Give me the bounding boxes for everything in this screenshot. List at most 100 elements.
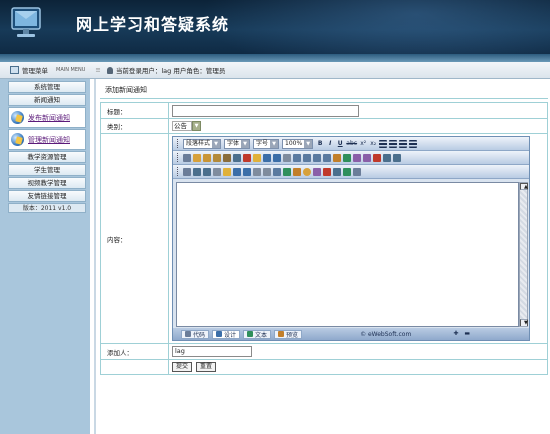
sidebar-item-news[interactable]: 新闻通知 <box>8 94 86 106</box>
scroll-down-icon[interactable]: ▼ <box>520 319 528 326</box>
table-icon[interactable] <box>373 153 381 162</box>
editor-content-area[interactable] <box>176 182 519 327</box>
editor-toolbar-2 <box>173 151 529 165</box>
date-icon[interactable] <box>323 167 331 176</box>
strikethrough-button[interactable]: abc <box>346 140 357 148</box>
adder-input[interactable]: lag <box>172 346 252 357</box>
font-size-label: 字号 <box>256 139 269 147</box>
outdent-icon[interactable] <box>323 153 331 162</box>
mode-tab-design[interactable]: 设计 <box>212 329 241 339</box>
special-char-icon[interactable] <box>293 167 301 176</box>
mode-tab-text[interactable]: 文本 <box>243 329 272 339</box>
align-justify-icon[interactable] <box>409 139 418 148</box>
ordered-list-icon[interactable] <box>293 153 301 162</box>
link-icon[interactable] <box>193 167 201 176</box>
user-icon <box>106 66 113 74</box>
editor-scrollbar[interactable]: ▲ ▼ <box>519 182 528 327</box>
mode-tab-code[interactable]: 代码 <box>181 329 210 339</box>
design-icon <box>216 331 223 337</box>
header-glow <box>200 0 550 54</box>
cut-icon[interactable] <box>183 153 191 162</box>
collapse-icon[interactable]: ▬ <box>464 331 471 337</box>
align-right-icon[interactable] <box>399 139 408 148</box>
big-font-icon[interactable] <box>353 153 361 162</box>
undo-icon[interactable] <box>263 153 271 162</box>
copy-icon[interactable] <box>193 153 201 162</box>
adder-label: 添加人： <box>100 343 169 360</box>
editor-toolbar-1: 段落样式 ▼ 字体 ▼ 字号 ▼ 100% ▼ B I U abc x² x₂ <box>173 137 529 151</box>
sidebar-item-system[interactable]: 系统管理 <box>8 81 86 93</box>
sidebar-link-publish-news[interactable]: 发布新闻通知 <box>8 107 86 128</box>
row-icon[interactable] <box>393 153 401 162</box>
remove-format-icon[interactable] <box>283 153 291 162</box>
content-cell: 段落样式 ▼ 字体 ▼ 字号 ▼ 100% ▼ B I U abc x² x₂ … <box>168 133 548 344</box>
subscript-button[interactable]: x₂ <box>369 140 377 148</box>
font-size-dropdown[interactable]: 字号 ▼ <box>253 138 280 149</box>
align-center-icon[interactable] <box>389 139 398 148</box>
paragraph-style-label: 段落样式 <box>186 139 211 147</box>
header-strip <box>0 54 550 62</box>
manage-news-label: 管理新闻通知 <box>28 135 70 144</box>
title-label: 标题： <box>100 102 169 119</box>
time-icon[interactable] <box>333 167 341 176</box>
font-dropdown[interactable]: 字体 ▼ <box>224 138 251 149</box>
spellcheck-icon[interactable] <box>283 167 291 176</box>
bold-button[interactable]: B <box>316 140 324 148</box>
marquee-icon[interactable] <box>263 167 271 176</box>
title-input[interactable] <box>172 104 359 117</box>
font-color-icon[interactable] <box>333 153 341 162</box>
align-left-icon[interactable] <box>379 139 388 148</box>
scroll-up-icon[interactable]: ▲ <box>520 183 528 190</box>
reset-button[interactable]: 重置 <box>196 362 217 372</box>
underline-button[interactable]: U <box>336 140 344 148</box>
redo-icon[interactable] <box>273 153 281 162</box>
category-select[interactable]: 公告 ▼ <box>172 121 201 132</box>
expand-icon[interactable]: ✚ <box>453 331 460 337</box>
highlight-icon[interactable] <box>343 153 351 162</box>
paragraph-style-dropdown[interactable]: 段落样式 ▼ <box>183 138 222 149</box>
media-icon[interactable] <box>243 167 251 176</box>
mode-code-label: 代码 <box>193 331 206 339</box>
flash-icon[interactable] <box>233 167 241 176</box>
form-row-content: 内容： 段落样式 ▼ 字体 ▼ 字号 ▼ 100% ▼ B I U abc x²… <box>100 133 548 344</box>
sidebar-item-videos[interactable]: 视频教学管理 <box>8 177 86 189</box>
paste-word-icon[interactable] <box>223 153 231 162</box>
editor-copyright: © eWebSoft.com <box>360 330 412 338</box>
select-all-icon[interactable] <box>253 153 261 162</box>
sidebar-item-students[interactable]: 学生管理 <box>8 164 86 176</box>
italic-button[interactable]: I <box>326 140 334 148</box>
fullscreen-icon[interactable] <box>343 167 351 176</box>
cell-icon[interactable] <box>383 153 391 162</box>
editor-size-controls: ✚ ▬ <box>453 331 475 337</box>
paste-text-icon[interactable] <box>213 153 221 162</box>
sidebar-link-manage-news[interactable]: 管理新闻通知 <box>8 129 86 150</box>
globe-icon <box>11 133 24 146</box>
delete-icon[interactable] <box>243 153 251 162</box>
sidebar-item-resources[interactable]: 教学资源管理 <box>8 151 86 163</box>
hr-icon[interactable] <box>253 167 261 176</box>
font-label: 字体 <box>227 139 240 147</box>
mode-tab-preview[interactable]: 预览 <box>274 329 303 339</box>
main-content: 添加新闻通知 <box>100 82 548 99</box>
unlink-icon[interactable] <box>203 167 211 176</box>
sidebar-item-links[interactable]: 友情链接管理 <box>8 190 86 202</box>
paragraph-icon[interactable] <box>213 167 221 176</box>
format-icon[interactable] <box>183 167 191 176</box>
find-icon[interactable] <box>233 153 241 162</box>
zoom-dropdown[interactable]: 100% ▼ <box>282 138 314 149</box>
status-bar: 管理菜单 MAIN MENU ≡ 当前登录用户：lag 用户角色：管理员 <box>0 62 550 79</box>
paste-icon[interactable] <box>203 153 211 162</box>
symbol-icon[interactable] <box>313 167 321 176</box>
code-icon <box>185 331 191 337</box>
indent-icon[interactable] <box>313 153 321 162</box>
anchor-icon[interactable] <box>273 167 281 176</box>
toolbar-grip-icon <box>177 167 180 176</box>
small-font-icon[interactable] <box>363 153 371 162</box>
submit-button[interactable]: 提交 <box>172 362 193 372</box>
help-icon[interactable] <box>353 167 361 176</box>
emoticon-icon[interactable] <box>303 167 311 176</box>
unordered-list-icon[interactable] <box>303 153 311 162</box>
image-icon[interactable] <box>223 167 231 176</box>
monitor-icon <box>11 7 41 37</box>
superscript-button[interactable]: x² <box>359 140 367 148</box>
